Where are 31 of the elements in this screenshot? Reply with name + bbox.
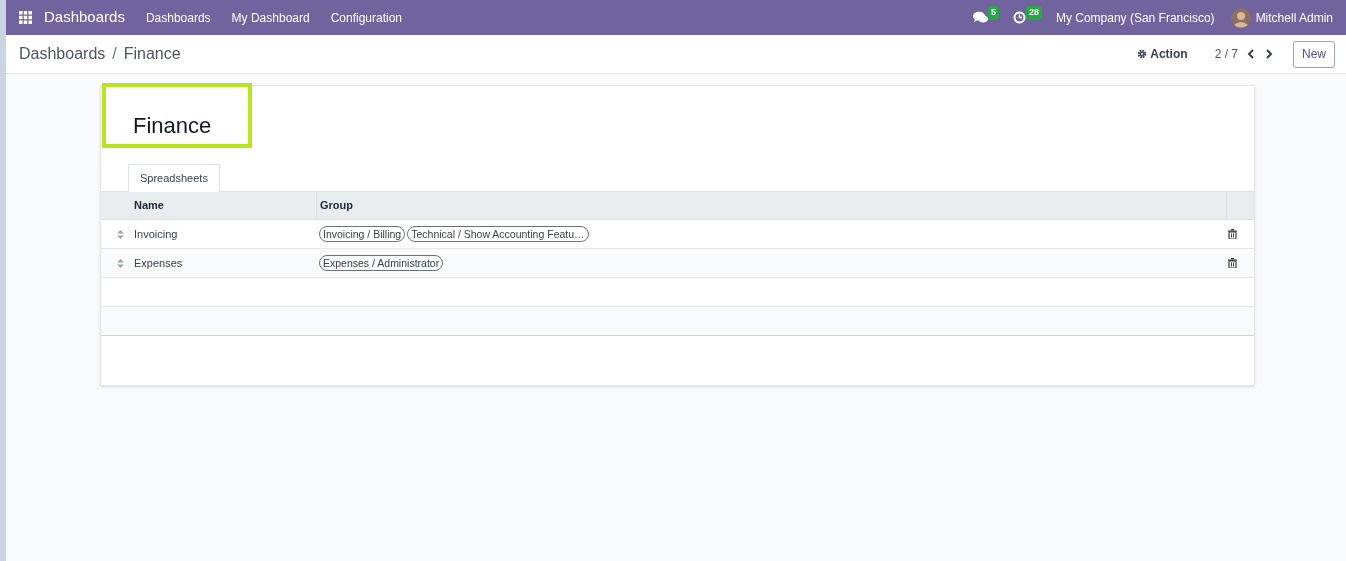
drag-handle-icon[interactable] bbox=[117, 258, 124, 268]
chat-icon[interactable] bbox=[972, 11, 988, 24]
drag-handle-icon[interactable] bbox=[117, 229, 124, 239]
action-button[interactable]: Action bbox=[1137, 45, 1188, 63]
app-title[interactable]: Dashboards bbox=[44, 6, 125, 29]
record-title[interactable]: Finance bbox=[133, 113, 212, 138]
previous-icon[interactable] bbox=[1247, 49, 1255, 59]
activity-count-badge: 28 bbox=[1025, 6, 1042, 20]
settings-icon bbox=[1137, 49, 1148, 59]
new-button[interactable]: New bbox=[1293, 40, 1335, 68]
delete-icon[interactable] bbox=[1228, 229, 1237, 239]
table-cell[interactable]: Invoicing bbox=[134, 225, 319, 243]
breadcrumb-item[interactable]: Dashboards bbox=[19, 42, 106, 66]
app-grid-icon[interactable] bbox=[19, 11, 32, 24]
clock-icon[interactable] bbox=[1012, 11, 1026, 24]
next-icon[interactable] bbox=[1265, 49, 1273, 59]
pager-value[interactable]: 2 / 7 bbox=[1214, 45, 1238, 63]
delete-icon[interactable] bbox=[1228, 258, 1237, 268]
tab[interactable]: Spreadsheets bbox=[128, 164, 220, 192]
menu-item[interactable]: Configuration bbox=[330, 8, 403, 27]
breadcrumb-item: Finance bbox=[123, 44, 181, 64]
breadcrumb-separator: / bbox=[112, 44, 117, 64]
company-switcher[interactable]: My Company (San Francisco) bbox=[1055, 8, 1215, 27]
user-name[interactable]: Mitchell Admin bbox=[1255, 8, 1333, 27]
column-header[interactable]: Name bbox=[101, 197, 316, 214]
menu-item[interactable]: Dashboards bbox=[145, 8, 211, 27]
message-count-badge: 5 bbox=[987, 6, 999, 20]
table-cell[interactable]: Expenses bbox=[134, 254, 319, 272]
column-header[interactable]: Group bbox=[316, 192, 1226, 219]
menu-item[interactable]: My Dashboard bbox=[231, 8, 310, 27]
user-avatar[interactable] bbox=[1230, 7, 1251, 28]
